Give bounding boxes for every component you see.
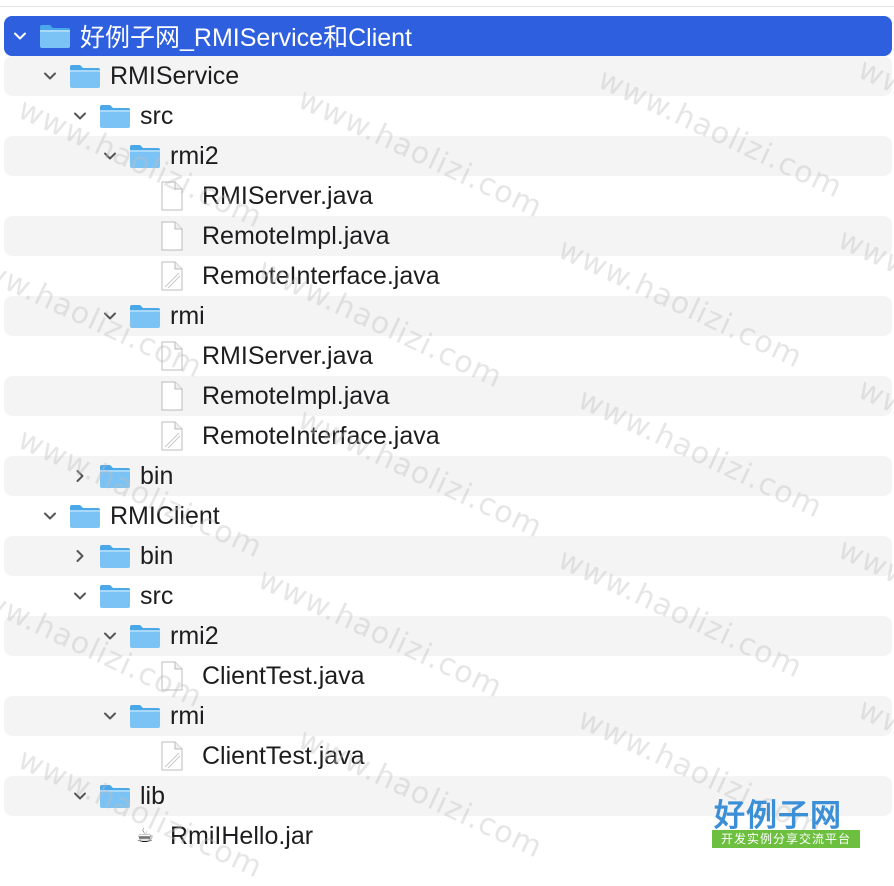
document-icon (160, 381, 184, 411)
folder-icon (38, 22, 72, 50)
tree-row-label: rmi2 (170, 621, 219, 650)
folder-icon (128, 622, 162, 650)
folder-icon (128, 702, 162, 730)
folder-icon (68, 62, 102, 90)
window-top-edge (0, 0, 894, 7)
tree-row-rmi-clienttest-file[interactable]: ClientTest.java (4, 736, 892, 776)
tree-row-label: RemoteImpl.java (202, 221, 390, 250)
tree-row-rmiclient-bin-folder[interactable]: bin (4, 536, 892, 576)
haolizi-logo: 好例子网 开发实例分享交流平台 (712, 790, 862, 852)
tree-row-label: rmi (170, 701, 205, 730)
tree-row-label: bin (140, 461, 174, 490)
chevron-down-icon[interactable] (40, 506, 60, 526)
chevron-down-icon[interactable] (40, 66, 60, 86)
chevron-down-icon[interactable] (10, 26, 30, 46)
tree-row-label: ClientTest.java (202, 661, 365, 690)
logo-subtitle: 开发实例分享交流平台 (712, 830, 860, 848)
chevron-down-icon[interactable] (100, 626, 120, 646)
folder-icon (128, 302, 162, 330)
tree-row-rmi-remoteinterface-file[interactable]: RemoteInterface.java (4, 416, 892, 456)
folder-icon (98, 782, 132, 810)
document-icon (160, 341, 184, 371)
folder-icon (98, 542, 132, 570)
chevron-down-icon[interactable] (70, 786, 90, 806)
folder-icon (98, 582, 132, 610)
chevron-right-icon[interactable] (70, 546, 90, 566)
tree-row-root-folder[interactable]: 好例子网_RMIService和Client (4, 16, 892, 56)
tree-row-rmi2-remoteimpl-file[interactable]: RemoteImpl.java (4, 216, 892, 256)
tree-row-rmiservice-rmi-folder[interactable]: rmi (4, 296, 892, 336)
tree-row-rmiclient-rmi-folder[interactable]: rmi (4, 696, 892, 736)
document-icon (160, 261, 184, 291)
file-tree: 好例子网_RMIService和Client RMIService src rmi2 R… (0, 16, 894, 856)
tree-row-rmiservice-src-folder[interactable]: src (4, 96, 892, 136)
tree-row-label: RMIServer.java (202, 181, 373, 210)
folder-icon (98, 102, 132, 130)
java-archive-icon: ☕ (136, 825, 154, 847)
tree-row-label: rmi2 (170, 141, 219, 170)
tree-row-label: lib (140, 781, 166, 810)
tree-row-rmiclient-src-folder[interactable]: src (4, 576, 892, 616)
chevron-right-icon[interactable] (70, 466, 90, 486)
tree-row-rmi2-clienttest-file[interactable]: ClientTest.java (4, 656, 892, 696)
tree-row-label: rmi (170, 301, 205, 330)
document-icon (160, 421, 184, 451)
folder-icon (68, 502, 102, 530)
tree-row-label: RemoteInterface.java (202, 421, 440, 450)
tree-row-label: src (140, 581, 174, 610)
chevron-down-icon[interactable] (70, 106, 90, 126)
tree-row-rmiservice-folder[interactable]: RMIService (4, 56, 892, 96)
folder-icon (128, 142, 162, 170)
tree-row-rmiclient-folder[interactable]: RMIClient (4, 496, 892, 536)
chevron-down-icon[interactable] (70, 586, 90, 606)
tree-row-label: ClientTest.java (202, 741, 365, 770)
tree-row-rmi-rmiserver-file[interactable]: RMIServer.java (4, 336, 892, 376)
document-icon (160, 221, 184, 251)
logo-title: 好例子网 (714, 798, 842, 834)
tree-row-rmi2-rmiserver-file[interactable]: RMIServer.java (4, 176, 892, 216)
chevron-down-icon[interactable] (100, 706, 120, 726)
tree-row-label: RMIClient (110, 501, 220, 530)
tree-row-label: src (140, 101, 174, 130)
tree-row-label: RMIServer.java (202, 341, 373, 370)
tree-row-label: RemoteInterface.java (202, 261, 440, 290)
tree-row-label: RMIService (110, 61, 240, 90)
tree-row-label: bin (140, 541, 174, 570)
tree-row-rmiservice-rmi2-folder[interactable]: rmi2 (4, 136, 892, 176)
chevron-down-icon[interactable] (100, 306, 120, 326)
tree-row-rmiservice-bin-folder[interactable]: bin (4, 456, 892, 496)
tree-row-rmi-remoteimpl-file[interactable]: RemoteImpl.java (4, 376, 892, 416)
document-icon (160, 181, 184, 211)
chevron-down-icon[interactable] (100, 146, 120, 166)
document-icon (160, 661, 184, 691)
document-icon (160, 741, 184, 771)
tree-row-label: 好例子网_RMIService和Client (80, 24, 413, 52)
tree-row-label: RmiIHello.jar (170, 821, 314, 850)
folder-icon (98, 462, 132, 490)
tree-row-rmiclient-rmi2-folder[interactable]: rmi2 (4, 616, 892, 656)
tree-row-rmi2-remoteinterface-file[interactable]: RemoteInterface.java (4, 256, 892, 296)
tree-row-label: RemoteImpl.java (202, 381, 390, 410)
